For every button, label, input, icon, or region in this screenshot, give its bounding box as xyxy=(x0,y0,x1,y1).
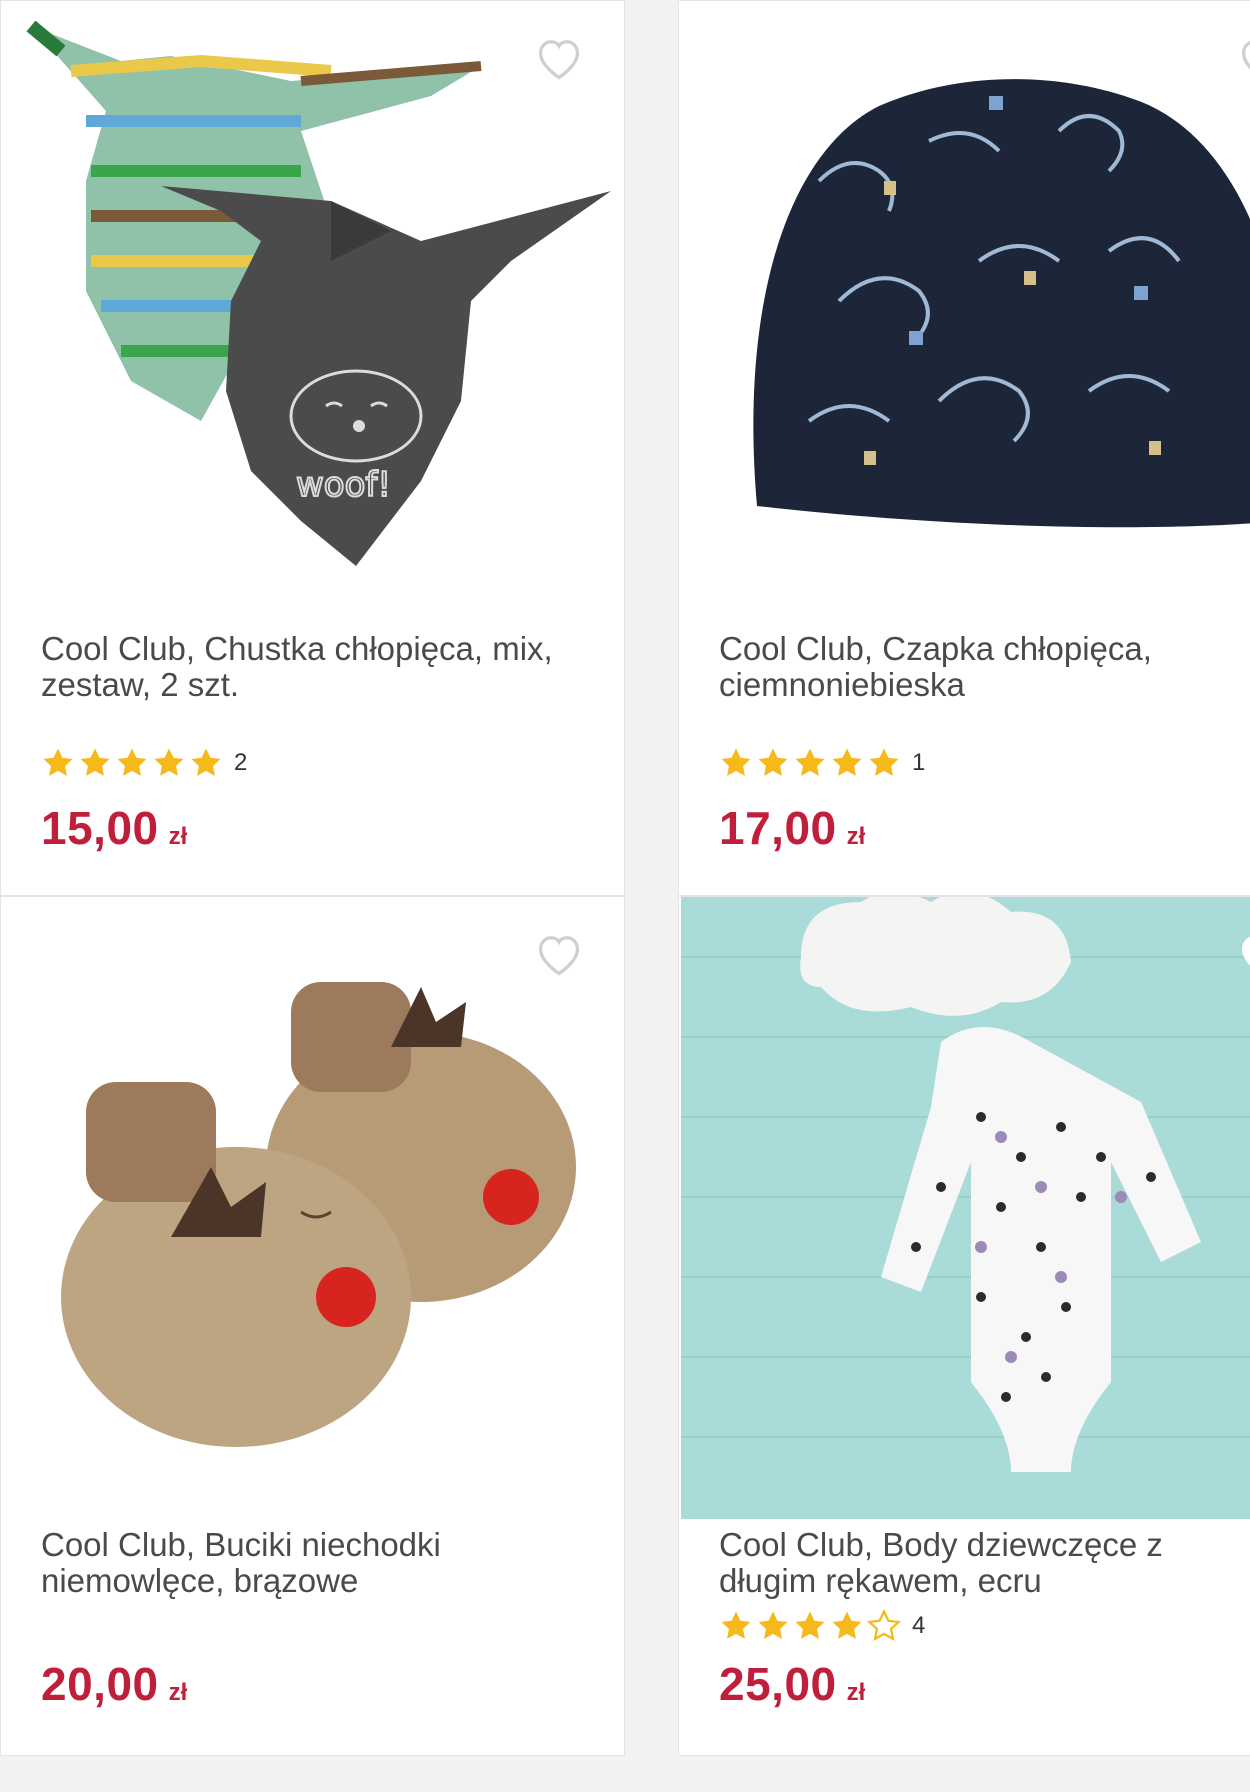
price-value: 20,00 xyxy=(41,1658,159,1710)
favorite-button[interactable] xyxy=(1235,927,1250,981)
star-full-icon xyxy=(830,1609,864,1643)
favorite-button[interactable] xyxy=(1235,31,1250,85)
product-image[interactable] xyxy=(679,1,1250,621)
price-currency: zł xyxy=(168,823,188,850)
rating-count: 4 xyxy=(912,1612,926,1639)
product-image[interactable]: woof! xyxy=(1,1,624,621)
star-full-icon xyxy=(867,746,901,780)
product-price: 25,00 zł xyxy=(719,1657,865,1711)
star-full-icon xyxy=(756,746,790,780)
price-currency: zł xyxy=(168,1679,188,1706)
price-currency: zł xyxy=(846,823,866,850)
star-full-icon xyxy=(78,746,112,780)
price-value: 25,00 xyxy=(719,1658,837,1710)
star-empty-icon xyxy=(867,1609,901,1643)
price-value: 17,00 xyxy=(719,802,837,854)
favorite-button[interactable] xyxy=(532,927,586,981)
rating-count: 2 xyxy=(234,749,248,776)
star-full-icon xyxy=(719,1609,753,1643)
product-title[interactable]: Cool Club, Body dziewczęce z długim ręka… xyxy=(719,1527,1250,1599)
product-image[interactable] xyxy=(1,897,624,1517)
heart-filled-icon xyxy=(1236,928,1250,980)
star-full-icon xyxy=(115,746,149,780)
star-full-icon xyxy=(189,746,223,780)
star-full-icon xyxy=(793,1609,827,1643)
svg-text:woof!: woof! xyxy=(296,465,391,505)
product-price: 15,00 zł xyxy=(41,801,187,855)
product-price: 17,00 zł xyxy=(719,801,865,855)
star-full-icon xyxy=(719,746,753,780)
star-full-icon xyxy=(756,1609,790,1643)
heart-outline-icon xyxy=(1236,32,1250,84)
product-card[interactable]: Cool Club, Body dziewczęce z długim ręka… xyxy=(678,896,1250,1756)
product-rating: 1 xyxy=(719,746,925,780)
product-rating: 4 xyxy=(719,1609,925,1643)
product-grid: woof! Cool Club, Chustka chłopięca, mix,… xyxy=(0,0,1250,1792)
star-full-icon xyxy=(41,746,75,780)
rating-count: 1 xyxy=(912,749,926,776)
star-full-icon xyxy=(152,746,186,780)
product-price: 20,00 zł xyxy=(41,1657,187,1711)
star-full-icon xyxy=(830,746,864,780)
favorite-button[interactable] xyxy=(532,31,586,85)
product-title[interactable]: Cool Club, Buciki niechodki niemowlęce, … xyxy=(41,1527,581,1599)
heart-outline-icon xyxy=(533,32,585,84)
product-card[interactable]: Cool Club, Czapka chłopięca, ciemnoniebi… xyxy=(678,0,1250,896)
price-value: 15,00 xyxy=(41,802,159,854)
product-title[interactable]: Cool Club, Chustka chłopięca, mix, zesta… xyxy=(41,631,581,703)
price-currency: zł xyxy=(846,1679,866,1706)
star-full-icon xyxy=(793,746,827,780)
product-card[interactable]: Cool Club, Buciki niechodki niemowlęce, … xyxy=(0,896,625,1756)
product-title[interactable]: Cool Club, Czapka chłopięca, ciemnoniebi… xyxy=(719,631,1250,703)
heart-outline-icon xyxy=(533,928,585,980)
product-rating: 2 xyxy=(41,746,247,780)
product-card[interactable]: woof! Cool Club, Chustka chłopięca, mix,… xyxy=(0,0,625,896)
product-image[interactable] xyxy=(681,897,1250,1519)
